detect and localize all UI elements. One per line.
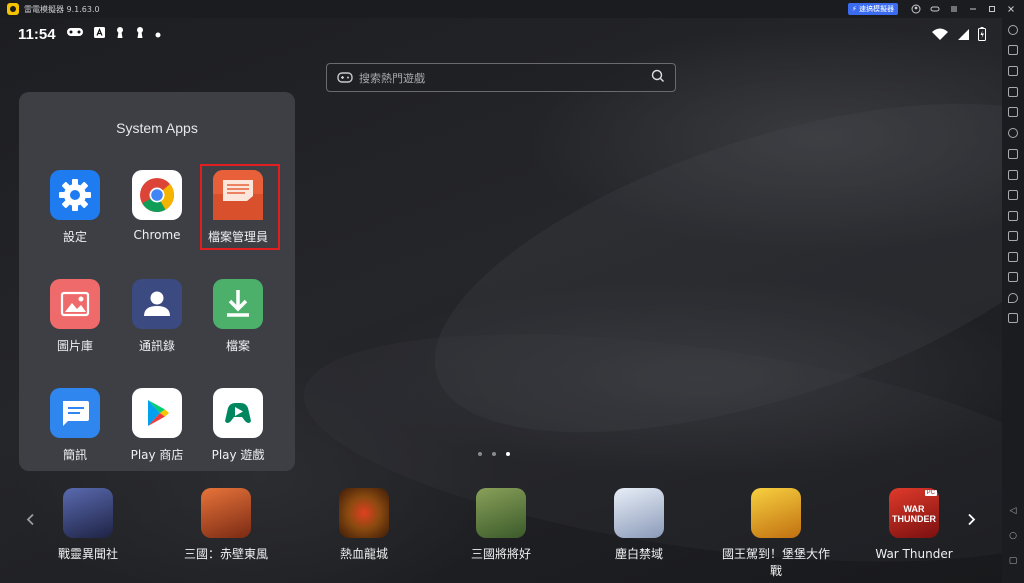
wifi-icon bbox=[931, 26, 949, 45]
app-play-games[interactable]: Play 遊戲 bbox=[198, 388, 278, 463]
app-downloads[interactable]: 檔案 bbox=[198, 279, 278, 354]
android-home-screen: 11:54 搜索熱門遊戲 System Apps 設定 Chrome 檔案管理員… bbox=[0, 18, 1002, 583]
play-games-icon bbox=[213, 388, 263, 438]
app-gallery[interactable]: 圖片庫 bbox=[35, 279, 115, 354]
title-bar: 雷電模擬器 9.1.63.0 ⚡ 速搞模擬器 bbox=[0, 0, 1024, 18]
volume-up-icon[interactable] bbox=[1008, 66, 1018, 76]
screenshot-icon[interactable] bbox=[1008, 107, 1018, 117]
app-logo-icon bbox=[7, 3, 19, 15]
game-label: 熱血龍城 bbox=[339, 547, 388, 561]
folder-icon[interactable] bbox=[1008, 272, 1018, 282]
game-icon bbox=[339, 488, 389, 538]
signal-icon bbox=[957, 26, 970, 45]
status-bar: 11:54 bbox=[18, 25, 161, 43]
game-icon bbox=[201, 488, 251, 538]
settings-ring-icon[interactable] bbox=[1008, 25, 1018, 35]
contacts-icon bbox=[132, 279, 182, 329]
phone-icon[interactable] bbox=[1008, 252, 1018, 262]
maximize-icon[interactable] bbox=[987, 4, 997, 14]
rotate-icon[interactable] bbox=[1008, 128, 1018, 138]
app-label: 簡訊 bbox=[62, 448, 87, 462]
font-notification-icon bbox=[93, 26, 105, 42]
game-label: 塵白禁域 bbox=[614, 547, 663, 561]
gallery-icon bbox=[50, 279, 100, 329]
app-contacts[interactable]: 通訊錄 bbox=[117, 279, 197, 354]
keyboard-mapping-icon[interactable] bbox=[1008, 45, 1018, 55]
search-icon[interactable] bbox=[651, 68, 665, 87]
dock-game-3[interactable]: 熱血龍城 bbox=[309, 488, 419, 563]
war-thunder-logo-text: WAR THUNDER bbox=[892, 504, 936, 524]
app-label: Chrome bbox=[133, 228, 181, 242]
dock-game-5[interactable]: 塵白禁域 bbox=[584, 488, 694, 563]
pc-badge: PC bbox=[924, 490, 937, 496]
chrome-icon bbox=[132, 170, 182, 220]
gear-icon bbox=[50, 170, 100, 220]
video-icon[interactable] bbox=[1008, 211, 1018, 221]
speed-emulator-button[interactable]: ⚡ 速搞模擬器 bbox=[847, 3, 898, 15]
play-store-icon bbox=[132, 388, 182, 438]
page-indicator bbox=[478, 452, 510, 456]
keyhole-notification-icon bbox=[135, 26, 145, 43]
game-label: 戰靈異聞社 bbox=[57, 547, 118, 561]
download-icon bbox=[213, 279, 263, 329]
dock-game-4[interactable]: 三國將將好 bbox=[446, 488, 556, 563]
dock-game-1[interactable]: 戰靈異聞社 bbox=[33, 488, 143, 563]
volume-down-icon[interactable] bbox=[1008, 87, 1018, 97]
war-thunder-logo: PC WAR THUNDER bbox=[889, 488, 939, 538]
page-dot-active[interactable] bbox=[506, 452, 510, 456]
app-label: 設定 bbox=[62, 230, 87, 244]
multi-window-icon[interactable] bbox=[1008, 313, 1018, 323]
scissors-icon[interactable] bbox=[1008, 190, 1018, 200]
app-play-store[interactable]: Play 商店 bbox=[117, 388, 197, 463]
page-dot[interactable] bbox=[478, 452, 482, 456]
home-icon[interactable]: ○ bbox=[1008, 531, 1018, 541]
app-label: 通訊錄 bbox=[138, 339, 175, 353]
battery-icon bbox=[978, 26, 986, 45]
more-notifications-dot-icon bbox=[155, 26, 161, 42]
keyhole-notification-icon bbox=[115, 26, 125, 43]
app-chrome[interactable]: Chrome bbox=[117, 170, 197, 242]
app-label: Play 商店 bbox=[130, 448, 184, 462]
dock-game-6[interactable]: 國王駕到！堡堡大作戰 bbox=[721, 488, 831, 580]
record-icon[interactable] bbox=[1008, 149, 1018, 159]
game-icon bbox=[63, 488, 113, 538]
app-label: 檔案 bbox=[225, 339, 250, 353]
robot-icon[interactable] bbox=[1008, 170, 1018, 180]
gamepad-icon bbox=[337, 68, 353, 87]
messages-icon bbox=[50, 388, 100, 438]
account-icon[interactable] bbox=[911, 4, 921, 14]
search-input[interactable]: 搜索熱門遊戲 bbox=[359, 70, 651, 86]
dock-game-7[interactable]: PC WAR THUNDER War Thunder bbox=[859, 488, 969, 563]
minimize-icon[interactable] bbox=[968, 4, 978, 14]
app-label: Play 遊戲 bbox=[211, 448, 265, 462]
selection-highlight bbox=[200, 164, 280, 250]
game-label: War Thunder bbox=[875, 547, 953, 561]
game-label: 三國將將好 bbox=[470, 547, 531, 561]
menu-icon[interactable] bbox=[949, 4, 959, 14]
page-dot[interactable] bbox=[492, 452, 496, 456]
game-icon bbox=[751, 488, 801, 538]
game-icon bbox=[614, 488, 664, 538]
window-title: 雷電模擬器 9.1.63.0 bbox=[24, 4, 100, 14]
status-time: 11:54 bbox=[18, 25, 56, 43]
game-label: 三國：赤壁東風 bbox=[183, 547, 268, 561]
app-label: 圖片庫 bbox=[56, 339, 93, 353]
gamepad-notification-icon bbox=[66, 26, 84, 42]
location-icon[interactable] bbox=[1008, 293, 1018, 303]
close-icon[interactable] bbox=[1006, 4, 1016, 14]
back-icon[interactable]: ◁ bbox=[1008, 506, 1018, 516]
gamepad-icon[interactable] bbox=[930, 4, 940, 14]
list-icon[interactable] bbox=[1008, 231, 1018, 241]
app-settings[interactable]: 設定 bbox=[35, 170, 115, 245]
game-label: 國王駕到！堡堡大作戰 bbox=[721, 547, 830, 578]
system-apps-folder: System Apps 設定 Chrome 檔案管理員 圖片庫 通訊錄 檔案 簡… bbox=[19, 92, 295, 471]
dock-game-2[interactable]: 三國：赤壁東風 bbox=[171, 488, 281, 563]
status-icons bbox=[931, 26, 986, 45]
recent-apps-icon[interactable]: ▢ bbox=[1008, 556, 1018, 566]
app-messages[interactable]: 簡訊 bbox=[35, 388, 115, 463]
game-icon bbox=[476, 488, 526, 538]
folder-title: System Apps bbox=[116, 120, 198, 136]
game-search-bar[interactable]: 搜索熱門遊戲 bbox=[326, 63, 676, 92]
emulator-toolbar: ◁ ○ ▢ bbox=[1002, 18, 1024, 583]
